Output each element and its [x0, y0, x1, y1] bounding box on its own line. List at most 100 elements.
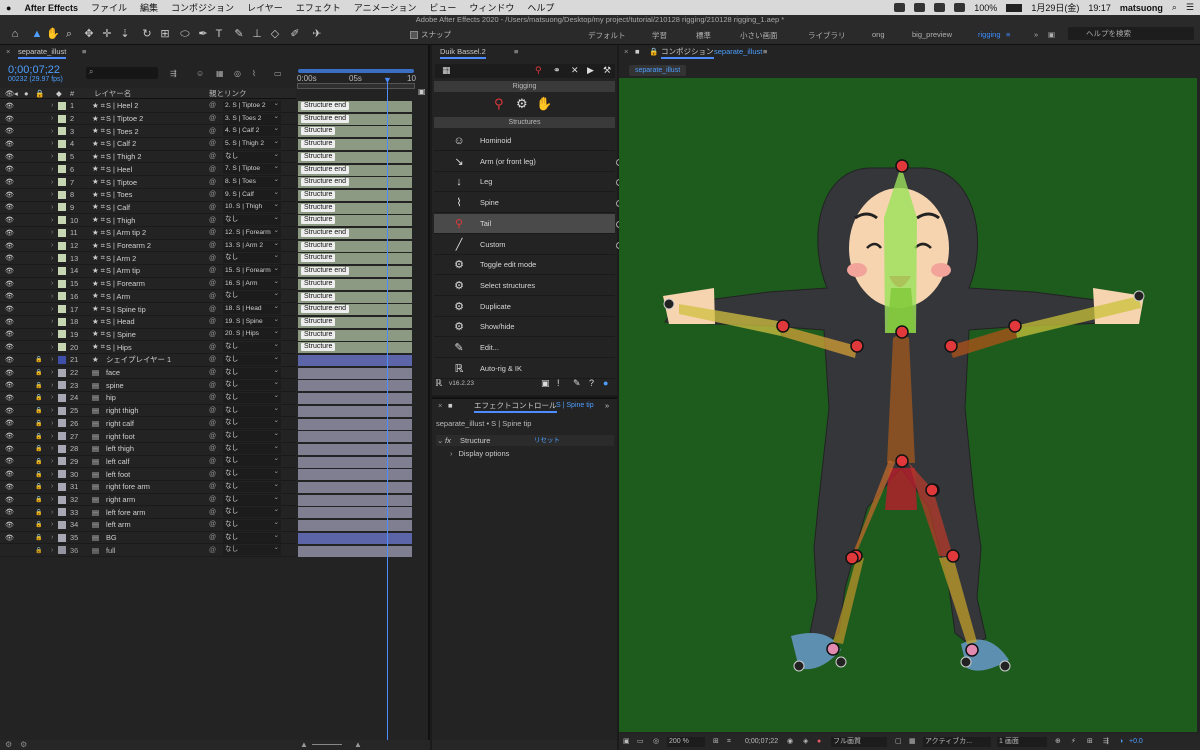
help-icon[interactable]: ?: [589, 378, 594, 388]
menu-user[interactable]: matsuong: [1120, 3, 1163, 13]
layer-row[interactable]: 👁 🔒 › 35 ▤ BG @ なし: [0, 532, 296, 545]
camera-tab-icon[interactable]: ▶: [587, 65, 594, 76]
monitor-icon[interactable]: ▭: [637, 734, 644, 750]
always-preview-icon[interactable]: ▣: [623, 734, 630, 750]
composition-tab-name[interactable]: separate_illust: [714, 45, 762, 59]
fast-preview-icon[interactable]: ⚡: [1071, 734, 1076, 750]
pickwhip-icon[interactable]: @: [209, 128, 216, 135]
layer-duration-bar[interactable]: Structure end: [298, 266, 412, 278]
eraser-tool-icon[interactable]: ◇: [268, 27, 282, 41]
layer-row[interactable]: 👁 › 1 ★ ⌗ S | Heel 2 @2. S | Tiptoe 2: [0, 100, 296, 113]
layer-row[interactable]: 👁 🔒 › 29 ▤ left calf @ なし: [0, 456, 296, 469]
transparency-grid-icon[interactable]: ▦: [909, 734, 916, 750]
layer-name[interactable]: S | Heel 2: [106, 101, 138, 110]
expand-layer-icon[interactable]: ›: [51, 331, 53, 338]
mask-view-icon[interactable]: ◎: [653, 734, 659, 750]
layer-name[interactable]: S | Arm: [106, 292, 130, 301]
expand-layer-icon[interactable]: ›: [51, 496, 53, 503]
layer-name[interactable]: right calf: [106, 419, 134, 428]
parent-dropdown[interactable]: 18. S | Head: [223, 304, 281, 315]
expand-layer-icon[interactable]: ›: [51, 204, 53, 211]
label-color-swatch[interactable]: [58, 292, 66, 301]
label-color-swatch[interactable]: [58, 419, 66, 428]
menu-composition[interactable]: コンポジション: [171, 1, 234, 14]
parent-dropdown[interactable]: なし: [223, 354, 281, 365]
rigging-tab-icon[interactable]: ⚲: [535, 65, 542, 76]
layer-name[interactable]: S | Thigh: [106, 216, 135, 225]
pickwhip-icon[interactable]: @: [209, 534, 216, 541]
zoom-in-icon[interactable]: ▲: [354, 740, 362, 749]
pickwhip-icon[interactable]: @: [209, 267, 216, 274]
lock-icon[interactable]: 🔒: [35, 458, 42, 465]
visibility-icon[interactable]: 👁: [5, 127, 14, 135]
composition-subtab[interactable]: separate_illust: [629, 65, 687, 76]
menu-view[interactable]: ビュー: [429, 1, 456, 14]
visibility-icon[interactable]: 👁: [5, 242, 14, 250]
channels-icon[interactable]: ●: [817, 734, 821, 750]
effect-controls-tab[interactable]: エフェクトコントロール: [474, 399, 557, 413]
label-color-swatch[interactable]: [58, 444, 66, 453]
expand-layer-icon[interactable]: ›: [51, 547, 53, 554]
pickwhip-icon[interactable]: @: [209, 369, 216, 376]
layer-name[interactable]: S | Head: [106, 317, 135, 326]
visibility-icon[interactable]: 👁: [5, 280, 14, 288]
layer-name[interactable]: spine: [106, 381, 124, 390]
parent-dropdown[interactable]: なし: [223, 494, 281, 505]
safe-margins-icon[interactable]: ⊞: [713, 734, 719, 750]
expand-layer-icon[interactable]: ›: [51, 306, 53, 313]
grid-icon[interactable]: ⌗: [727, 734, 731, 750]
expand-layer-icon[interactable]: ›: [51, 356, 53, 363]
layer-row[interactable]: 👁 🔒 › 24 ▤ hip @ なし: [0, 392, 296, 405]
workspace-learn[interactable]: 学習: [652, 30, 667, 41]
pickwhip-icon[interactable]: @: [209, 242, 216, 249]
label-color-swatch[interactable]: [58, 152, 66, 161]
tools-tab-icon[interactable]: ⚒: [603, 65, 611, 76]
lock-icon[interactable]: 🔒: [35, 534, 42, 541]
expand-layer-icon[interactable]: ›: [51, 153, 53, 160]
label-color-swatch[interactable]: [58, 533, 66, 542]
layer-duration-bar[interactable]: Structure: [298, 291, 412, 303]
expand-layer-icon[interactable]: ›: [51, 420, 53, 427]
shape-tool-icon[interactable]: ⬭: [178, 27, 192, 41]
layer-row[interactable]: 👁 › 10 ★ ⌗ S | Thigh @ なし: [0, 214, 296, 227]
pickwhip-icon[interactable]: @: [209, 179, 216, 186]
expand-layer-icon[interactable]: ›: [51, 267, 53, 274]
parent-dropdown[interactable]: なし: [223, 405, 281, 416]
layer-row[interactable]: 👁 › 13 ★ ⌗ S | Arm 2 @ なし: [0, 252, 296, 266]
label-color-swatch[interactable]: [58, 546, 66, 555]
label-color-swatch[interactable]: [58, 406, 66, 415]
layer-row[interactable]: 👁 🔒 › 22 ▤ face @ なし: [0, 367, 296, 380]
layer-row[interactable]: 👁 🔒 › 33 ▤ left fore arm @ なし: [0, 506, 296, 520]
parent-dropdown[interactable]: 5. S | Thigh 2: [223, 138, 281, 149]
parent-dropdown[interactable]: なし: [223, 291, 281, 302]
pickwhip-icon[interactable]: @: [209, 420, 216, 427]
frame-blend-icon[interactable]: ▦: [216, 69, 224, 78]
work-area-bar[interactable]: [298, 69, 414, 73]
parent-dropdown[interactable]: なし: [223, 342, 281, 353]
visibility-icon[interactable]: 👁: [5, 254, 14, 262]
brush-tool-icon[interactable]: ✎: [232, 27, 246, 41]
close-tab-icon[interactable]: ×: [624, 45, 628, 59]
pickwhip-icon[interactable]: @: [209, 140, 216, 147]
layer-duration-bar[interactable]: Structure end: [298, 164, 412, 176]
lock-icon[interactable]: 🔒: [35, 496, 42, 503]
visibility-icon[interactable]: 👁: [5, 165, 14, 173]
layer-duration-bar[interactable]: Structure: [298, 151, 412, 163]
parent-dropdown[interactable]: なし: [223, 481, 281, 492]
composition-tab[interactable]: コンポジション: [661, 45, 714, 59]
layer-row[interactable]: 👁 🔒 › 23 ▤ spine @ なし: [0, 379, 296, 393]
zoom-out-icon[interactable]: ▲: [300, 740, 308, 749]
motion-blur-icon[interactable]: ◎: [234, 69, 241, 78]
pickwhip-icon[interactable]: @: [209, 382, 216, 389]
lock-tab-icon[interactable]: ■: [635, 45, 640, 59]
layer-duration-bar[interactable]: [298, 520, 412, 532]
parent-dropdown[interactable]: 9. S | Calf: [223, 189, 281, 200]
layer-name-header[interactable]: レイヤー名: [94, 88, 131, 99]
duik-item-hominoid[interactable]: ☺ Hominoid: [434, 131, 615, 151]
time-ruler[interactable]: 0:00s 05s 10 ▼: [297, 69, 417, 89]
label-color-swatch[interactable]: [58, 139, 66, 148]
parent-dropdown[interactable]: なし: [223, 443, 281, 454]
parent-dropdown[interactable]: 4. S | Calf 2: [223, 126, 281, 137]
lock-icon[interactable]: 🔒: [35, 394, 42, 401]
pickwhip-icon[interactable]: @: [209, 547, 216, 554]
